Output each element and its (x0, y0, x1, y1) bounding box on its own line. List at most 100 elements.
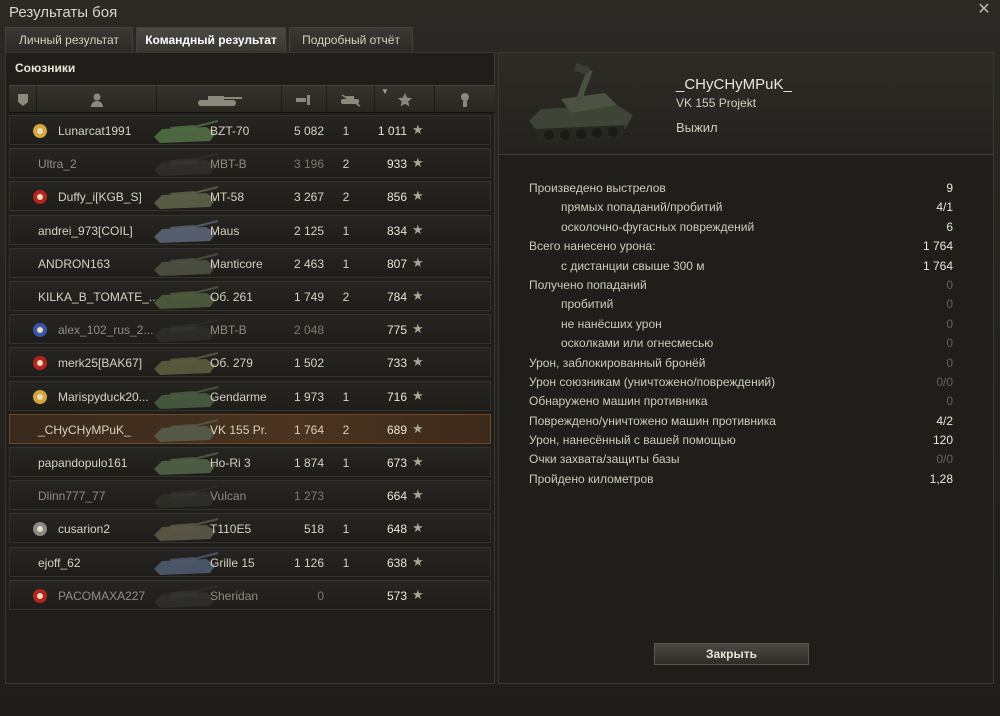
damage-icon[interactable] (282, 86, 327, 113)
stat-row: не нанёсших урон 0 (529, 315, 959, 334)
player-name: cusarion2 (58, 522, 111, 536)
damage-value: 0 (317, 589, 324, 603)
ally-row[interactable]: merk25[BAK67] Об. 279 1 502 733 ★ (9, 347, 491, 377)
star-icon: ★ (412, 188, 424, 203)
kills-icon[interactable] (327, 86, 375, 113)
damage-value: 2 125 (293, 224, 324, 238)
stat-value: 0 (946, 316, 953, 331)
star-icon: ★ (412, 554, 424, 569)
tab-detailed[interactable]: Подробный отчёт (289, 27, 413, 52)
ally-row[interactable]: alex_102_rus_2... MBT-B 2 048 775 ★ (9, 314, 491, 344)
xp-value: 573 (386, 589, 407, 603)
clan-badge-icon (33, 356, 47, 370)
vehicle-name: Ho-Ri 3 (210, 456, 251, 470)
xp-value: 1 011 (377, 124, 407, 138)
damage-value: 5 082 (293, 124, 324, 138)
star-icon: ★ (412, 155, 424, 170)
vehicle-name: VK 155 Projekt (676, 96, 757, 110)
stat-value: 1,28 (929, 471, 953, 486)
vehicle-name: Manticore (210, 257, 263, 271)
player-card: _CHyCHyMPuK_ VK 155 Projekt Выжил (499, 53, 993, 155)
close-button[interactable]: Закрыть (654, 643, 809, 665)
vehicle-name: VK 155 Pr. (210, 423, 268, 437)
damage-value: 1 874 (293, 456, 324, 470)
kills-value: 1 (342, 390, 350, 404)
survival-status: Выжил (676, 120, 718, 135)
column-header: ▼ (9, 85, 495, 113)
stat-value: 1 764 (922, 258, 953, 273)
kills-value: 1 (342, 556, 350, 570)
ally-row[interactable]: Marispyduck20... Gendarme 1 973 1 716 ★ (9, 381, 491, 411)
stat-row: Урон союзникам (уничтожено/повреждений) 0… (529, 373, 959, 392)
ally-row[interactable]: PACOMAXA227 Sheridan 0 573 ★ (9, 580, 491, 610)
ally-row[interactable]: ANDRON163 Manticore 2 463 1 807 ★ (9, 248, 491, 278)
kills-value: 1 (342, 456, 350, 470)
star-icon: ★ (412, 288, 424, 303)
clan-badge-icon (33, 190, 47, 204)
stat-value: 0 (946, 355, 953, 370)
kills-value: 1 (342, 257, 350, 271)
ally-row[interactable]: Duffy_i[KGB_S] MT-58 3 267 2 856 ★ (9, 181, 491, 211)
ally-row[interactable]: KILKA_B_TOMATE_... Об. 261 1 749 2 784 ★ (9, 281, 491, 311)
kills-value: 2 (342, 190, 350, 204)
vehicle-name: MT-58 (210, 190, 245, 204)
close-icon[interactable]: ✕ (976, 2, 992, 18)
stat-row: с дистанции свыше 300 м 1 764 (529, 257, 959, 276)
ally-row[interactable]: andrei_973[COIL] Maus 2 125 1 834 ★ (9, 215, 491, 245)
stat-row: Обнаружено машин противника 0 (529, 392, 959, 411)
allies-panel: Союзники ▼ Lunarcat1991 BZT-70 5 082 1 1… (5, 52, 495, 684)
damage-value: 1 126 (293, 556, 324, 570)
player-name: PACOMAXA227 (58, 589, 146, 603)
ally-row[interactable]: Dlinn777_77 Vulcan 1 273 664 ★ (9, 480, 491, 510)
vehicle-name: Об. 279 (210, 356, 253, 370)
stat-value: 0 (946, 277, 953, 292)
xp-star-icon[interactable] (375, 86, 435, 113)
xp-value: 856 (386, 190, 407, 204)
ally-row[interactable]: papandopulo161 Ho-Ri 3 1 874 1 673 ★ (9, 447, 491, 477)
stat-row: осколками или огнесмесью 0 (529, 334, 959, 353)
stat-row: осколочно-фугасных повреждений 6 (529, 218, 959, 237)
tab-team[interactable]: Командный результат (136, 27, 286, 52)
tab-personal[interactable]: Личный результат (5, 27, 133, 52)
allies-title: Союзники (15, 61, 76, 75)
damage-value: 1 502 (293, 356, 324, 370)
star-icon: ★ (412, 255, 424, 270)
star-icon: ★ (412, 587, 424, 602)
stat-label: Обнаружено машин противника (529, 394, 708, 409)
stat-value: 4/2 (936, 413, 953, 428)
xp-value: 638 (386, 556, 407, 570)
damage-value: 518 (303, 522, 324, 536)
tank-icon[interactable] (157, 86, 282, 113)
clan-badge-icon (33, 390, 47, 404)
platoon-icon[interactable] (9, 86, 37, 113)
stat-label: Пройдено километров (529, 471, 654, 486)
clan-badge-icon (33, 124, 47, 138)
stat-value: 1 764 (922, 239, 953, 254)
vehicle-name: Grille 15 (210, 556, 255, 570)
ally-row[interactable]: Ultra_2 MBT-B 3 196 2 933 ★ (9, 148, 491, 178)
player-name: alex_102_rus_2... (58, 323, 154, 337)
clan-badge-icon (33, 589, 47, 603)
xp-value: 716 (386, 390, 407, 404)
medal-icon[interactable] (435, 86, 495, 113)
ally-row[interactable]: _CHyCHyMPuK_ VK 155 Pr. 1 764 2 689 ★ (9, 414, 491, 444)
kills-value: 1 (342, 522, 350, 536)
stat-value: 0 (946, 394, 953, 409)
stat-label: Получено попаданий (529, 277, 647, 292)
kills-value: 2 (342, 290, 350, 304)
ally-row[interactable]: Lunarcat1991 BZT-70 5 082 1 1 011 ★ (9, 115, 491, 145)
stat-label: Произведено выстрелов (529, 181, 666, 195)
star-icon: ★ (412, 222, 424, 237)
stat-label: Всего нанесено урона: (529, 239, 656, 254)
player-icon[interactable] (37, 86, 157, 113)
vehicle-name: Sheridan (210, 589, 259, 603)
xp-value: 648 (386, 522, 407, 536)
stat-label: осколочно-фугасных повреждений (561, 219, 755, 234)
player-name: _CHyCHyMPuK_ (676, 76, 792, 93)
kills-value: 1 (342, 224, 350, 238)
stat-value: 120 (932, 433, 953, 448)
stat-row: Урон, нанесённый с вашей помощью 120 (529, 431, 959, 450)
ally-row[interactable]: cusarion2 T110E5 518 1 648 ★ (9, 513, 491, 543)
ally-row[interactable]: ejoff_62 Grille 15 1 126 1 638 ★ (9, 547, 491, 577)
stat-label: пробитий (561, 297, 614, 312)
